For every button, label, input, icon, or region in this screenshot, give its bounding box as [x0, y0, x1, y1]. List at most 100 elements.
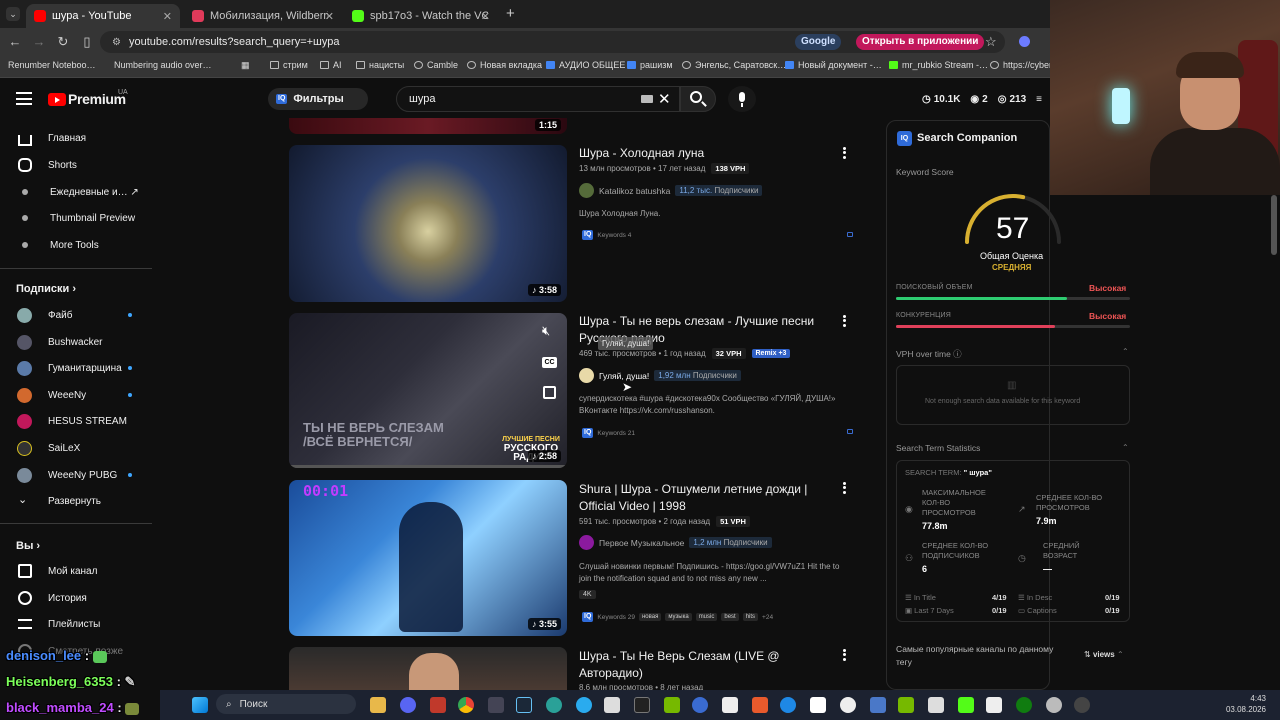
sidebar-item-home[interactable]: Главная: [0, 125, 152, 151]
xbox-icon[interactable]: [1016, 697, 1032, 713]
page-scrollbar[interactable]: [1271, 195, 1277, 255]
app-icon[interactable]: [722, 697, 738, 713]
bookmark-folder[interactable]: AI: [320, 60, 342, 70]
sidebar-item-more-tools[interactable]: More Tools: [0, 232, 152, 258]
bookmark-star-icon[interactable]: ☆: [985, 34, 997, 50]
app-icon[interactable]: [1074, 697, 1090, 713]
reload-icon[interactable]: ↻: [54, 33, 72, 51]
channel-row[interactable]: Первое Музыкальное 1,2 млн Подписчики: [579, 535, 772, 550]
video-thumbnail[interactable]: 1:15: [289, 118, 567, 134]
more-menu-icon[interactable]: ≡: [1036, 94, 1042, 105]
bookmark-item[interactable]: Энгельс, Саратовск…: [682, 60, 786, 70]
app-icon[interactable]: [546, 697, 562, 713]
app-icon[interactable]: [958, 697, 974, 713]
progress-bar[interactable]: [289, 465, 567, 468]
bookmark-item[interactable]: АУДИО ОБЩЕЕ: [546, 60, 625, 70]
collapse-icon[interactable]: ⌃: [1122, 347, 1129, 356]
sidebar-item-shorts[interactable]: Shorts: [0, 152, 152, 178]
channel-row[interactable]: Гуляй, душа! 1,92 млн Подписчики: [579, 368, 741, 383]
back-icon[interactable]: ←: [6, 33, 24, 51]
channel-name[interactable]: Гуляй, душа!: [599, 371, 649, 381]
search-input[interactable]: [396, 86, 680, 112]
bookmark-item[interactable]: Numbering audio over…: [114, 60, 212, 70]
windows-start-icon[interactable]: [192, 697, 208, 713]
taskbar-search[interactable]: ⌕ Поиск: [216, 694, 356, 714]
forward-icon[interactable]: →: [30, 33, 48, 51]
keyword-tag[interactable]: музыка: [665, 613, 692, 621]
subscriptions-heading[interactable]: Подписки ›: [16, 283, 76, 295]
filters-button[interactable]: IQ Фильтры: [268, 88, 368, 110]
sort-views-button[interactable]: ⇅ views ⌃: [1084, 650, 1124, 659]
app-icon[interactable]: [928, 697, 944, 713]
bookmark-item[interactable]: https://cyber: [990, 60, 1052, 70]
tab-news[interactable]: Мобилизация, Wildberries, вы… ✕: [184, 4, 342, 28]
taskbar-clock[interactable]: 4:43 03.08.2026: [1220, 693, 1266, 715]
video-title[interactable]: Shura | Шура - Отшумели летние дожди | O…: [579, 481, 829, 515]
remix-badge[interactable]: Remix +3: [751, 349, 791, 358]
app-icon[interactable]: [430, 697, 446, 713]
keyboard-icon[interactable]: [641, 95, 653, 103]
you-heading[interactable]: Вы ›: [16, 540, 40, 552]
sidebar-item-thumbnail-preview[interactable]: Thumbnail Preview: [0, 205, 152, 231]
bookmark-folder[interactable]: нацисты: [356, 60, 404, 70]
bookmark-item[interactable]: Camble: [414, 60, 458, 70]
subscription-item[interactable]: WeeeNy: [0, 382, 152, 408]
expand-subscriptions[interactable]: ⌄ Развернуть: [0, 488, 152, 514]
channel-name[interactable]: Katalikoz batushka: [599, 186, 670, 196]
app-icon[interactable]: [692, 697, 708, 713]
close-tab-icon[interactable]: ✕: [163, 10, 172, 23]
video-thumbnail[interactable]: ТЫ НЕ ВЕРЬ СЛЕЗАМ /ВСЁ ВЕРНЕТСЯ/ ЛУЧШИЕ …: [289, 313, 567, 468]
voice-search-icon[interactable]: [728, 86, 756, 112]
keyword-tag[interactable]: music: [695, 613, 718, 621]
subscription-item[interactable]: SaiLeX: [0, 435, 152, 461]
collapse-icon[interactable]: ⌃: [1122, 443, 1129, 452]
search-term-stats-title[interactable]: Search Term Statistics: [896, 443, 980, 453]
app-icon[interactable]: [1046, 697, 1062, 713]
video-thumbnail[interactable]: [289, 647, 567, 690]
app-icon[interactable]: [870, 697, 886, 713]
steam-icon[interactable]: [516, 697, 532, 713]
sidepanel-icon[interactable]: ▯: [78, 33, 96, 51]
new-tab-button[interactable]: +: [506, 5, 515, 22]
thumbnail-preview-icon[interactable]: [543, 386, 556, 399]
more-tags-count[interactable]: +24: [762, 614, 773, 621]
bookmark-item[interactable]: Renumber Noteboo…: [8, 60, 96, 70]
video-title[interactable]: Шура - Холодная луна: [579, 145, 829, 162]
nvidia-icon[interactable]: [664, 697, 680, 713]
subscription-item[interactable]: HESUS STREAM: [0, 408, 152, 434]
discord-icon[interactable]: [400, 697, 416, 713]
video-thumbnail[interactable]: 00:01 ♪ 3:55: [289, 480, 567, 636]
google-pill[interactable]: Google: [795, 34, 842, 50]
video-thumbnail[interactable]: ♪ 3:58: [289, 145, 567, 302]
more-actions-icon[interactable]: [843, 313, 847, 328]
bookmark-item[interactable]: mr_rubkio Stream -…: [889, 60, 988, 70]
keywords-row[interactable]: IQ Keywords 21: [582, 428, 635, 438]
bookmark-item[interactable]: Новый документ -…: [785, 60, 882, 70]
tab-kick[interactable]: spb17o3 - Watch the VOD on K… ✕: [344, 4, 498, 28]
terminal-icon[interactable]: [634, 697, 650, 713]
open-in-app-button[interactable]: Открыть в приложении: [856, 34, 985, 50]
captions-icon[interactable]: CC: [542, 357, 557, 368]
channel-name[interactable]: Первое Музыкальное: [599, 538, 684, 548]
tab-list-chevron-icon[interactable]: ⌄: [6, 7, 20, 21]
tab-youtube[interactable]: шура - YouTube ✕: [26, 4, 180, 28]
extension-icon[interactable]: [1019, 36, 1030, 47]
channel-row[interactable]: Katalikoz batushka 11,2 тыс. Подписчики: [579, 183, 763, 198]
subscription-item[interactable]: Bushwacker: [0, 329, 152, 355]
subscription-item[interactable]: WeeeNy PUBG: [0, 462, 152, 488]
subscription-item[interactable]: Гуманитарщина: [0, 355, 152, 381]
youtube-logo-icon[interactable]: [48, 93, 66, 106]
sidebar-item-playlists[interactable]: Плейлисты: [0, 611, 152, 637]
app-icon[interactable]: [898, 697, 914, 713]
app-icon[interactable]: [780, 697, 796, 713]
video-title[interactable]: Шура - Ты Не Верь Слезам (LIVE @ Авторад…: [579, 648, 829, 682]
clear-search-icon[interactable]: ✕: [658, 90, 671, 108]
url-text[interactable]: youtube.com/results?search_query=+шура: [129, 36, 340, 48]
telegram-icon[interactable]: [576, 697, 592, 713]
chrome-icon[interactable]: [458, 697, 474, 713]
chatgpt-icon[interactable]: [840, 697, 856, 713]
bookmark-folder[interactable]: стрим: [270, 60, 308, 70]
menu-icon[interactable]: [16, 92, 32, 105]
keywords-row[interactable]: IQ Keywords 4: [582, 230, 631, 240]
app-icon[interactable]: [488, 697, 504, 713]
